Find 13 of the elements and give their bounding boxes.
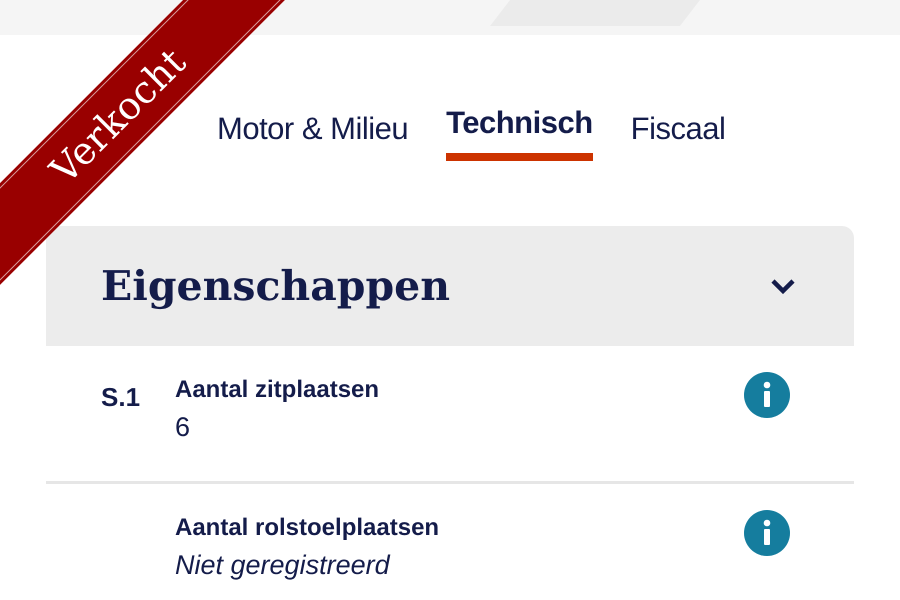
field-label: Aantal zitplaatsen <box>175 376 380 404</box>
field-value: Niet geregistreerd <box>175 550 392 581</box>
chevron-down-icon[interactable] <box>770 277 796 295</box>
tab[interactable]: Fiscaal <box>630 93 726 161</box>
field-label: Aantal rolstoelplaatsen <box>175 514 440 542</box>
field-code: S.1 <box>101 382 142 414</box>
section-title: Eigenschappen <box>101 262 450 310</box>
section-header[interactable]: Eigenschappen <box>46 226 854 346</box>
field-value: 6 <box>175 412 192 443</box>
tab[interactable]: Motor & Milieu <box>217 93 408 161</box>
info-icon[interactable] <box>744 372 790 418</box>
tab[interactable]: Technisch <box>446 93 593 161</box>
info-icon[interactable] <box>744 510 790 556</box>
